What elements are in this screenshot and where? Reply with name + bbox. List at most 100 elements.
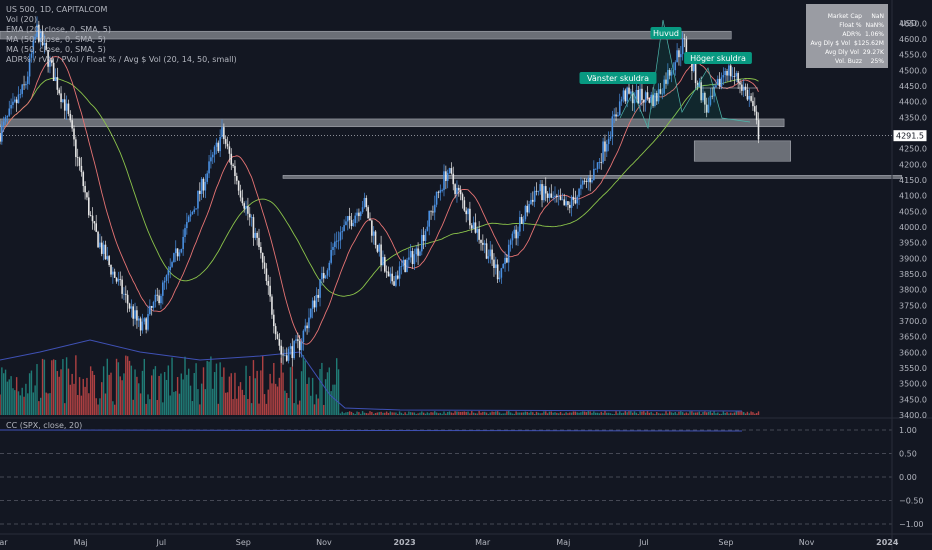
- volume-bar: [263, 394, 266, 415]
- cc-legend[interactable]: CC (SPX, close, 20): [6, 421, 82, 430]
- volume-bar: [596, 412, 599, 415]
- volume-bar: [632, 412, 634, 415]
- volume-bar: [576, 412, 578, 415]
- volume-bar: [10, 376, 12, 415]
- candle-body: [21, 84, 23, 94]
- volume-bar: [513, 413, 515, 415]
- volume-bar: [326, 372, 329, 415]
- volume-bar: [474, 413, 477, 415]
- candle-body: [463, 200, 466, 211]
- candle-body: [491, 249, 493, 260]
- price-tick-label: 3400.0: [899, 411, 927, 420]
- volume-bar: [546, 413, 549, 415]
- cc-tick-label: −0.50: [899, 497, 924, 506]
- candle-body: [583, 180, 586, 182]
- candle-body: [644, 92, 647, 103]
- volume-bar: [567, 413, 569, 415]
- volume-bar: [517, 412, 519, 415]
- volume-bar: [419, 412, 421, 415]
- volume-bar: [158, 375, 160, 415]
- candle-body: [637, 89, 640, 104]
- candle-body: [524, 205, 527, 220]
- volume-bar: [256, 370, 258, 415]
- volume-bar: [228, 376, 231, 415]
- legend-ma1[interactable]: MA (50, close, 0, SMA, 5): [6, 35, 237, 45]
- volume-bar: [82, 378, 84, 415]
- moving-averages: [0, 56, 759, 345]
- candle-body: [515, 229, 517, 239]
- candle-body: [737, 73, 739, 83]
- candle-body: [567, 201, 569, 205]
- volume-bar: [754, 413, 756, 415]
- volume-bar: [130, 365, 133, 415]
- candle-body: [347, 216, 349, 222]
- volume-bar: [339, 413, 342, 415]
- candle-body: [742, 86, 745, 91]
- candle-body: [482, 242, 484, 245]
- candles: [0, 16, 760, 367]
- volume-bar: [21, 387, 23, 415]
- candle-body: [117, 279, 120, 282]
- candle-body: [678, 50, 680, 58]
- volume-bar: [78, 377, 81, 415]
- legend-ema[interactable]: EMA (20, close, 0, SMA, 5): [6, 25, 237, 35]
- volume-bar: [378, 412, 380, 415]
- candle-body: [674, 62, 677, 71]
- volume-bar: [613, 413, 615, 415]
- volume-bar: [748, 413, 750, 415]
- volume-bar: [439, 412, 441, 415]
- volume-bar: [147, 394, 149, 415]
- volume-bar: [735, 411, 737, 415]
- price-tick-label: 3500.0: [899, 380, 927, 389]
- candle-body: [413, 254, 416, 265]
- volume-bar: [681, 412, 684, 415]
- candle-body: [200, 178, 203, 194]
- volume-bar: [141, 370, 144, 415]
- volume-bar: [363, 412, 366, 415]
- candle-body: [228, 146, 231, 154]
- candle-body: [258, 237, 260, 248]
- volume-bar: [67, 368, 70, 415]
- volume-bar: [17, 391, 20, 415]
- volume-bar: [348, 411, 351, 415]
- volume-bar: [371, 411, 373, 415]
- volume-bar: [25, 383, 27, 415]
- volume-bar: [402, 413, 404, 415]
- volume-bar: [413, 412, 416, 415]
- candle-body: [273, 314, 275, 327]
- legend-vol[interactable]: Vol (20): [6, 15, 237, 25]
- candle-body: [371, 220, 373, 236]
- candle-body: [195, 208, 197, 210]
- stats-table: Market Cap NaN Float % NaN% ADR% 1.06% Avg …: [806, 4, 888, 68]
- candle-body: [546, 193, 549, 198]
- candle-body: [348, 216, 351, 221]
- volume-bars: [0, 355, 760, 415]
- candle-body: [367, 207, 369, 219]
- volume-bar: [321, 362, 323, 415]
- legend-adr[interactable]: ADR% / rVol / PVol / Float % / Avg $ Vol…: [6, 55, 237, 65]
- candle-body: [224, 139, 227, 144]
- volume-bar: [119, 376, 121, 415]
- candle-body: [243, 203, 245, 209]
- volume-bar: [689, 411, 691, 415]
- candle-body: [585, 181, 588, 182]
- candle-body: [617, 115, 619, 117]
- candle-body: [112, 271, 114, 275]
- volume-bar: [34, 385, 36, 415]
- volume-bar: [445, 413, 447, 415]
- volume-bar: [582, 411, 584, 415]
- candle-body: [310, 308, 312, 318]
- volume-bar: [128, 360, 131, 415]
- candle-body: [522, 219, 525, 224]
- stats-row-adr: ADR% 1.06%: [842, 31, 884, 38]
- volume-bar: [154, 366, 157, 415]
- legend-ma2[interactable]: MA (50, close, 0, SMA, 5): [6, 45, 237, 55]
- volume-bar: [532, 412, 534, 415]
- symbol-title[interactable]: US 500, 1D, CAPITALCOM: [6, 5, 237, 15]
- volume-bar: [4, 369, 7, 415]
- volume-bar: [200, 383, 203, 415]
- volume-bar: [589, 411, 591, 415]
- candle-body: [448, 168, 451, 174]
- volume-bar: [515, 411, 517, 415]
- volume-bar: [437, 413, 440, 415]
